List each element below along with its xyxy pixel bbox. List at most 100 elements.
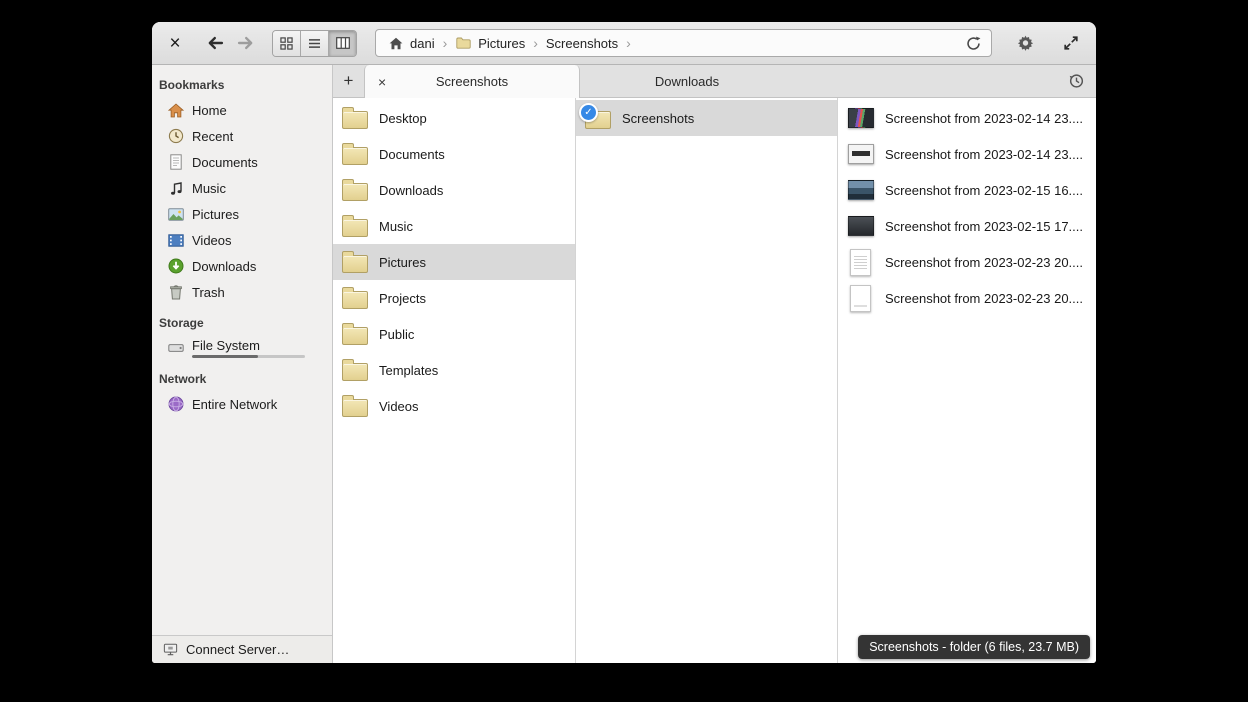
folder-label: Desktop [379, 111, 427, 126]
breadcrumb-pictures[interactable]: Pictures [453, 35, 527, 52]
path-bar[interactable]: dani › Pictures › Screenshots › [375, 29, 992, 57]
file-row[interactable]: Screenshot from 2023-02-14 23.... [838, 136, 1096, 172]
tab-label: Screenshots [436, 74, 508, 89]
file-row[interactable]: Screenshot from 2023-02-23 20.... [838, 280, 1096, 316]
close-window-button[interactable]: × [164, 34, 186, 53]
sidebar-item-label: Home [192, 103, 227, 118]
fullscreen-button[interactable] [1058, 30, 1084, 56]
gear-icon [1017, 35, 1034, 52]
grid-view-button[interactable] [273, 31, 301, 56]
list-view-icon [306, 35, 323, 52]
folder-icon [455, 35, 472, 52]
sidebar-item-trash[interactable]: Trash [152, 279, 332, 305]
folder-row-videos[interactable]: Videos [333, 388, 575, 424]
file-name: Screenshot from 2023-02-14 23.... [885, 147, 1083, 162]
tab-close-icon[interactable]: × [378, 75, 386, 89]
back-button[interactable] [200, 29, 230, 57]
tab-downloads[interactable]: Downloads [580, 65, 794, 97]
history-button[interactable] [1056, 65, 1096, 97]
sidebar-item-label: Trash [192, 285, 225, 300]
sidebar-section-title-network: Network [152, 367, 332, 391]
sidebar-item-home[interactable]: Home [152, 97, 332, 123]
column-view-icon [334, 35, 351, 52]
refresh-icon [965, 35, 982, 52]
folder-row-pictures[interactable]: Pictures [333, 244, 575, 280]
column-screenshots-contents: Screenshot from 2023-02-14 23.... Screen… [838, 98, 1096, 663]
folder-icon: ✓ [585, 107, 611, 129]
breadcrumb-label: Pictures [478, 36, 525, 51]
folder-icon [342, 179, 368, 201]
sidebar-item-downloads[interactable]: Downloads [152, 253, 332, 279]
file-row[interactable]: Screenshot from 2023-02-14 23.... [838, 100, 1096, 136]
folder-label: Documents [379, 147, 445, 162]
column-pictures-contents: ✓ Screenshots [576, 98, 838, 663]
folder-icon [342, 107, 368, 129]
sidebar-item-music[interactable]: Music [152, 175, 332, 201]
new-tab-button[interactable]: + [333, 65, 364, 97]
list-view-button[interactable] [301, 31, 329, 56]
column-view-button[interactable] [329, 31, 356, 56]
sidebar-item-file-system[interactable]: File System [152, 335, 332, 361]
home-icon [167, 102, 184, 119]
server-icon [162, 641, 179, 658]
file-manager-window: × [152, 22, 1096, 663]
folder-row-downloads[interactable]: Downloads [333, 172, 575, 208]
selected-check-emblem: ✓ [579, 103, 598, 122]
file-thumbnail-icon [847, 175, 874, 205]
sidebar-item-pictures[interactable]: Pictures [152, 201, 332, 227]
sidebar-item-label: Pictures [192, 207, 239, 222]
trash-icon [167, 284, 184, 301]
sidebar-item-label: Downloads [192, 259, 256, 274]
sidebar-item-videos[interactable]: Videos [152, 227, 332, 253]
breadcrumb-separator-icon: › [626, 35, 631, 51]
toolbar: × [152, 22, 1096, 65]
tab-label: Downloads [655, 74, 719, 89]
breadcrumb-label: dani [410, 36, 435, 51]
folder-row-music[interactable]: Music [333, 208, 575, 244]
document-icon [167, 154, 184, 171]
disk-usage-fill [192, 355, 258, 358]
sidebar-list: Bookmarks Home Recent [152, 65, 332, 635]
folder-row-projects[interactable]: Projects [333, 280, 575, 316]
settings-menu-button[interactable] [1012, 30, 1038, 56]
folder-row-desktop[interactable]: Desktop [333, 100, 575, 136]
file-name: Screenshot from 2023-02-23 20.... [885, 291, 1083, 306]
forward-button[interactable] [230, 29, 260, 57]
sidebar-item-entire-network[interactable]: Entire Network [152, 391, 332, 417]
folder-icon [342, 395, 368, 417]
disk-usage-bar [192, 355, 305, 358]
home-icon [387, 35, 404, 52]
file-thumbnail-icon [847, 247, 874, 277]
grid-view-icon [278, 35, 295, 52]
picture-icon [167, 206, 184, 223]
folder-label: Templates [379, 363, 438, 378]
file-row[interactable]: Screenshot from 2023-02-15 17.... [838, 208, 1096, 244]
folder-info-tooltip: Screenshots - folder (6 files, 23.7 MB) [858, 635, 1090, 659]
refresh-button[interactable] [965, 35, 982, 52]
tab-screenshots[interactable]: × Screenshots [364, 65, 580, 98]
folder-icon [342, 323, 368, 345]
expand-icon [1063, 35, 1080, 52]
sidebar-item-label: Recent [192, 129, 233, 144]
folder-row-screenshots[interactable]: ✓ Screenshots [576, 100, 837, 136]
breadcrumb-home[interactable]: dani [385, 35, 437, 52]
connect-server-button[interactable]: Connect Server… [152, 635, 332, 663]
file-row[interactable]: Screenshot from 2023-02-15 16.... [838, 172, 1096, 208]
file-row[interactable]: Screenshot from 2023-02-23 20.... [838, 244, 1096, 280]
desktop-background: × [0, 0, 1248, 702]
folder-icon [342, 215, 368, 237]
folder-icon [342, 287, 368, 309]
folder-icon [342, 359, 368, 381]
sidebar-item-label: Documents [192, 155, 258, 170]
folder-row-templates[interactable]: Templates [333, 352, 575, 388]
sidebar-item-recent[interactable]: Recent [152, 123, 332, 149]
tab-bar: + × Screenshots Downloads [333, 65, 1096, 98]
folder-row-public[interactable]: Public [333, 316, 575, 352]
breadcrumb-screenshots[interactable]: Screenshots [544, 36, 620, 51]
file-thumbnail-icon [847, 103, 874, 133]
file-name: Screenshot from 2023-02-15 17.... [885, 219, 1083, 234]
file-name: Screenshot from 2023-02-23 20.... [885, 255, 1083, 270]
folder-row-documents[interactable]: Documents [333, 136, 575, 172]
folder-label: Music [379, 219, 413, 234]
sidebar-item-documents[interactable]: Documents [152, 149, 332, 175]
